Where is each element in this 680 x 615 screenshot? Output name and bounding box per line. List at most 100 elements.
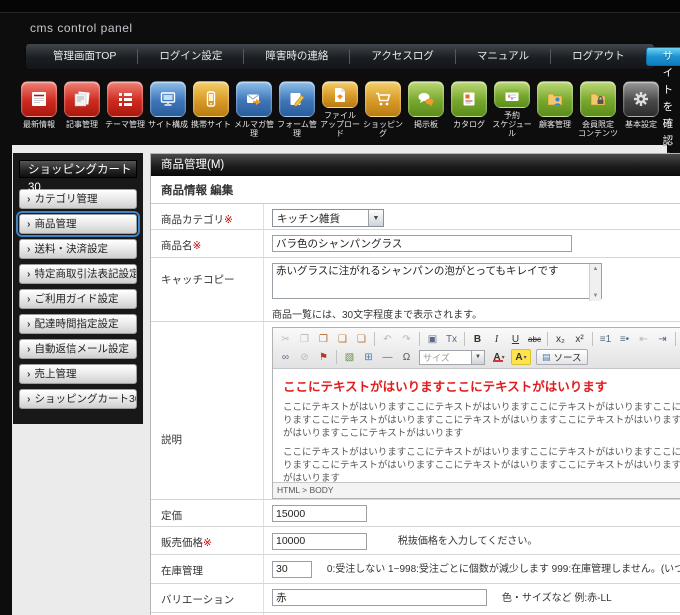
link-button[interactable]: ∞ <box>277 349 294 365</box>
horizontal-rule-button[interactable]: — <box>379 349 396 365</box>
row-category: 商品カテゴリ※ キッチン雑貨 ▼ <box>151 204 680 230</box>
main-panel: 商品管理(M) 商品情報 編集 商品カテゴリ※ キッチン雑貨 ▼ 商品名※ キ <box>150 153 680 615</box>
toolbar-item-article-mgmt[interactable]: 記事管理 <box>61 81 103 138</box>
news-icon <box>21 81 57 117</box>
variation-input[interactable] <box>272 589 487 606</box>
paste-plain-text-button[interactable]: ❑ <box>334 331 351 347</box>
toolbar-item-form-mgmt[interactable]: フォーム管理 <box>276 81 318 138</box>
sidebar-item-label: 商品管理 <box>35 218 77 230</box>
sale-price-input[interactable] <box>272 533 367 550</box>
chevron-right-icon: › <box>27 343 31 355</box>
subscript-button[interactable]: x₂ <box>552 331 569 347</box>
toolbar-item-theme-mgmt[interactable]: テーマ管理 <box>104 81 146 138</box>
site-check-button[interactable]: サイトを確認する <box>646 47 680 66</box>
row-catch-copy: キャッチコピー 赤いグラスに注がれるシャンパンの泡がとってもキレイです ▲▼ 商… <box>151 258 680 322</box>
image-button[interactable]: ▧ <box>341 349 358 365</box>
remove-format-button[interactable]: Tx <box>443 331 460 347</box>
toolbar-item-mailmag-mgmt[interactable]: メルマガ管理 <box>233 81 275 138</box>
sidebar-item-0[interactable]: › カテゴリ管理 <box>19 189 137 209</box>
textarea-scrollbar[interactable]: ▲▼ <box>589 264 601 301</box>
superscript-button[interactable]: x² <box>571 331 588 347</box>
toolbar-item-file-upload[interactable]: ファイル アップロード <box>319 81 361 138</box>
toolbar-item-schedule[interactable]: 予約 スケジュール <box>491 81 533 138</box>
sidebar-item-7[interactable]: ›売上管理 <box>19 364 137 384</box>
calendar-icon <box>494 81 530 108</box>
toolbar-separator <box>336 350 337 364</box>
scroll-down-icon[interactable]: ▼ <box>593 293 599 299</box>
stock-input[interactable] <box>272 561 312 578</box>
toolbar-item-shopping[interactable]: ショッピング <box>362 81 404 138</box>
pencil-icon <box>279 81 315 117</box>
sidebar-item-4[interactable]: ›ご利用ガイド設定 <box>19 289 137 309</box>
select-all-button[interactable]: ▣ <box>424 331 441 347</box>
nav-item-2[interactable]: 障害時の連絡 <box>244 49 350 64</box>
special-char-button[interactable]: Ω <box>398 349 415 365</box>
toolbar-item-site-structure[interactable]: サイト構成 <box>147 81 189 138</box>
catch-copy-label: キャッチコピー <box>151 258 264 321</box>
nav-item-3[interactable]: アクセスログ <box>350 49 455 64</box>
italic-button[interactable]: I <box>488 331 505 347</box>
stock-label: 在庫管理 <box>151 555 264 583</box>
product-name-input[interactable] <box>272 235 572 252</box>
locked-folder-icon <box>580 81 616 117</box>
editor-paragraph: ここにテキストがはいりますここにテキストがはいりますここにテキストがはいりますこ… <box>283 402 680 440</box>
description-label: 説明 <box>151 322 264 499</box>
sidebar-item-1[interactable]: ›商品管理 <box>19 214 137 234</box>
font-size-select[interactable]: サイズ ▼ <box>419 350 485 365</box>
paste-button[interactable]: ❒ <box>315 331 332 347</box>
toolbar-item-members-content[interactable]: 会員限定 コンテンツ <box>577 81 619 138</box>
chevron-right-icon: › <box>27 243 31 255</box>
unordered-list-button[interactable]: ≡• <box>616 331 633 347</box>
sidebar-item-3[interactable]: ›特定商取引法表記設定 <box>19 264 137 284</box>
sidebar-item-2[interactable]: ›送料・決済設定 <box>19 239 137 259</box>
toolbar-item-basic-settings[interactable]: 基本設定 <box>620 81 662 138</box>
toolbar-item-mobile-site[interactable]: 携帯サイト <box>190 81 232 138</box>
underline-button[interactable]: U <box>507 331 524 347</box>
strike-button[interactable]: abc <box>526 331 543 347</box>
source-button[interactable]: ▤ソース <box>536 349 588 365</box>
page-title: 商品管理(M) <box>151 154 680 176</box>
text-color-button[interactable]: A▾ <box>489 349 509 365</box>
speech-bubbles-icon <box>408 81 444 117</box>
toolbar-item-label: フォーム管理 <box>276 120 318 138</box>
nav-item-1[interactable]: ログイン設定 <box>138 49 244 64</box>
gear-icon <box>623 81 659 117</box>
chevron-right-icon: › <box>27 193 31 205</box>
sidebar-item-8[interactable]: ›ショッピングカート30について <box>19 389 137 409</box>
nav-item-4[interactable]: マニュアル <box>456 49 551 64</box>
sidebar-items: ›カテゴリ管理›商品管理›送料・決済設定›特定商取引法表記設定›ご利用ガイド設定… <box>19 189 137 409</box>
row-stock: 在庫管理 0:受注しない 1~998:受注ごとに個数が減少します 999:在庫管… <box>151 555 680 584</box>
highlight-color-button[interactable]: A▾ <box>511 349 531 365</box>
indent-button[interactable]: ⇥ <box>654 331 671 347</box>
paste-from-word-button[interactable]: ❏ <box>353 331 370 347</box>
scroll-up-icon[interactable]: ▲ <box>593 266 599 272</box>
anchor-button[interactable]: ⚑ <box>315 349 332 365</box>
list-price-input[interactable] <box>272 505 367 522</box>
ordered-list-button[interactable]: ≡1 <box>597 331 614 347</box>
category-select[interactable]: キッチン雑貨 ▼ <box>272 209 384 227</box>
toolbar-separator <box>374 332 375 346</box>
top-strip <box>0 0 680 13</box>
copy-button: ❐ <box>296 331 313 347</box>
toolbar-item-bbs[interactable]: 掲示板 <box>405 81 447 138</box>
toolbar-separator <box>464 332 465 346</box>
sidebar-item-label: ショッピングカート30について <box>35 393 138 405</box>
bold-button[interactable]: B <box>469 331 486 347</box>
toolbar-item-customer-mgmt[interactable]: 顧客管理 <box>534 81 576 138</box>
sidebar-item-5[interactable]: ›配達時間指定設定 <box>19 314 137 334</box>
mobile-phone-icon <box>193 81 229 117</box>
row-variation: バリエーション 色・サイズなど 例:赤-LL <box>151 584 680 613</box>
table-button[interactable]: ⊞ <box>360 349 377 365</box>
toolbar-item-catalog[interactable]: カタログ <box>448 81 490 138</box>
nav-item-5[interactable]: ログアウト <box>551 49 646 64</box>
editor-status-bar[interactable]: HTML > BODY <box>273 482 680 498</box>
sidebar-item-label: カテゴリ管理 <box>35 193 98 205</box>
nav-item-0[interactable]: 管理画面TOP <box>32 49 138 64</box>
content-area: ショッピングカート30 ›カテゴリ管理›商品管理›送料・決済設定›特定商取引法表… <box>12 145 667 615</box>
editor-content[interactable]: ここにテキストがはいりますここにテキストがはいります ここにテキストがはいります… <box>273 369 680 482</box>
toolbar-item-latest-news[interactable]: 最新情報 <box>18 81 60 138</box>
toolbar-separator <box>547 332 548 346</box>
chevron-down-icon: ▼ <box>471 351 484 364</box>
sidebar-item-6[interactable]: ›自動返信メール設定 <box>19 339 137 359</box>
catch-copy-textarea[interactable]: 赤いグラスに注がれるシャンパンの泡がとってもキレイです <box>272 263 602 299</box>
